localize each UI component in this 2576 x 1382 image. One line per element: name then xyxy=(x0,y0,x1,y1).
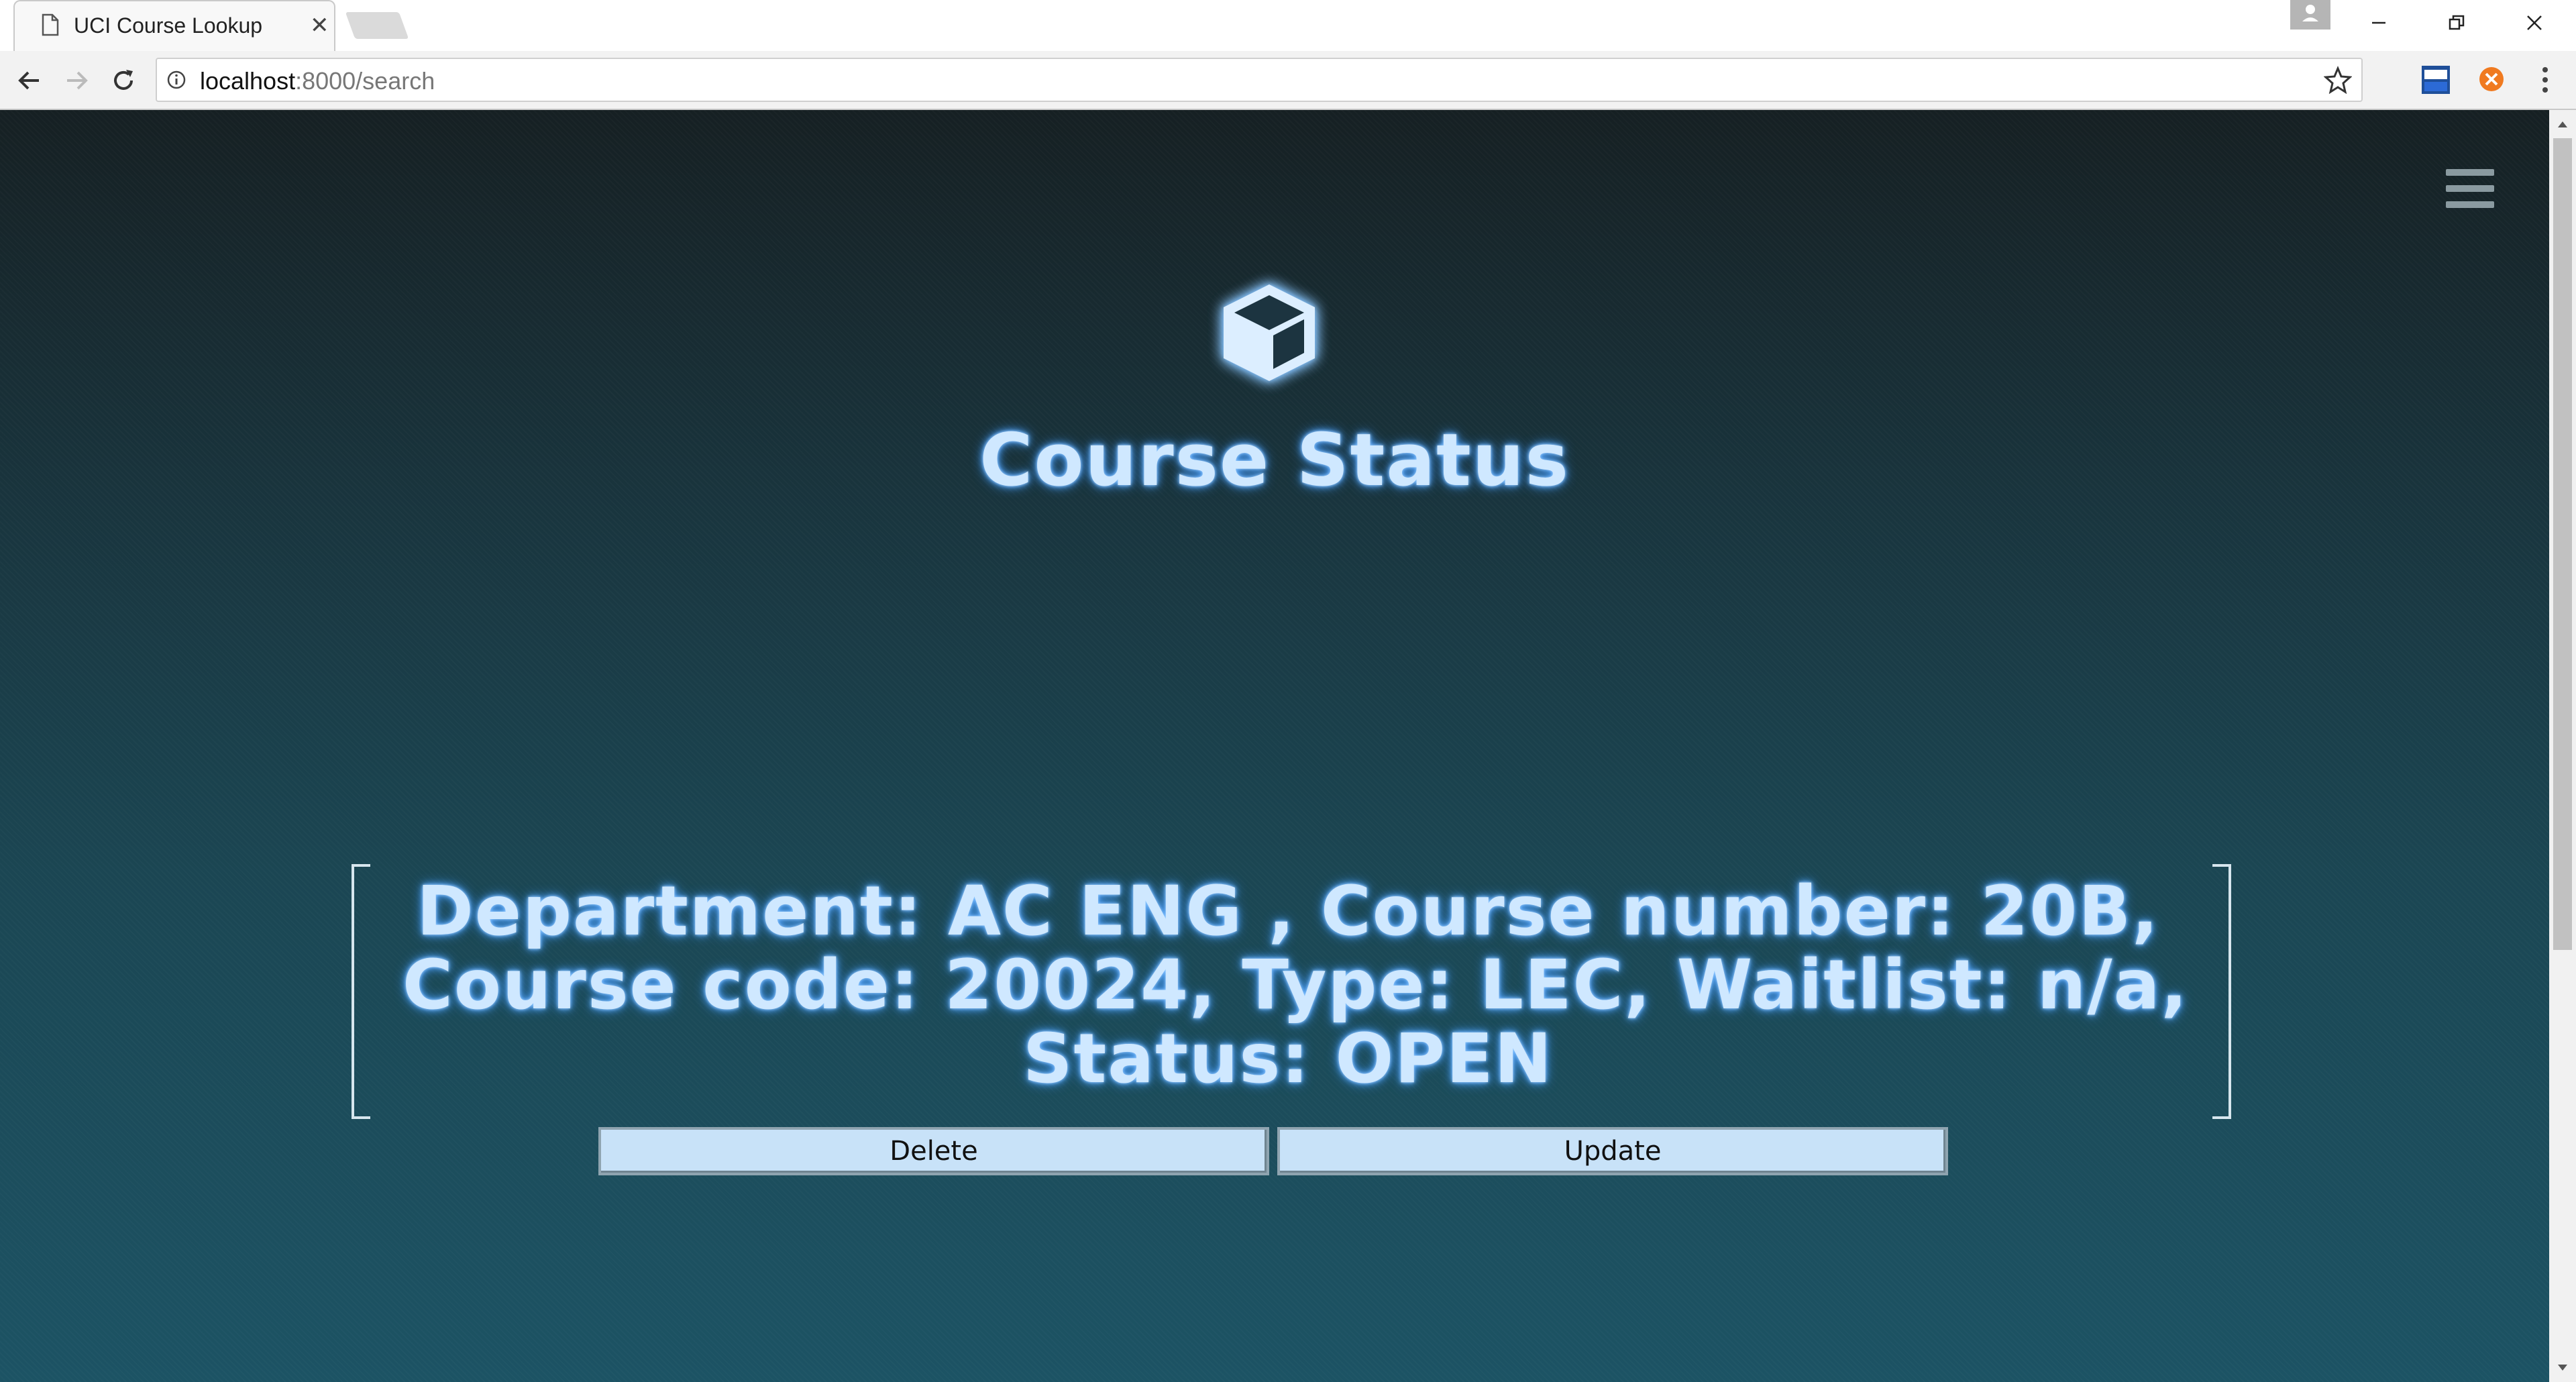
delete-button[interactable]: Delete xyxy=(598,1127,1269,1175)
left-bracket xyxy=(352,864,370,1119)
tab-title: UCI Course Lookup xyxy=(74,13,263,38)
right-bracket xyxy=(2212,864,2231,1119)
profile-avatar-icon[interactable] xyxy=(2290,0,2330,30)
page-content: Course Status Department: AC ENG , Cours… xyxy=(0,110,2549,1382)
address-bar[interactable]: localhost:8000/search xyxy=(156,58,2363,102)
update-button[interactable]: Update xyxy=(1277,1127,1948,1175)
page-scrollbar[interactable] xyxy=(2549,110,2576,1382)
info-icon[interactable] xyxy=(166,70,186,90)
hamburger-menu-icon[interactable] xyxy=(2446,169,2494,209)
extension-orange-icon[interactable] xyxy=(2478,66,2505,93)
result-line: Status: OPEN xyxy=(1023,1019,1553,1099)
new-tab-button[interactable] xyxy=(345,12,409,39)
scroll-down-icon[interactable] xyxy=(2556,1361,2569,1374)
browser-toolbar: localhost:8000/search xyxy=(0,51,2576,110)
browser-menu-icon[interactable] xyxy=(2532,63,2559,97)
forward-icon[interactable] xyxy=(56,60,97,101)
browser-tab[interactable]: UCI Course Lookup ✕ xyxy=(13,0,335,51)
page-icon xyxy=(42,13,59,36)
minimize-icon[interactable] xyxy=(2359,5,2399,40)
bookmark-star-icon[interactable] xyxy=(2324,66,2352,94)
scroll-thumb[interactable] xyxy=(2553,138,2572,950)
tab-close-icon[interactable]: ✕ xyxy=(310,12,329,39)
back-icon[interactable] xyxy=(9,60,50,101)
browser-tab-strip: UCI Course Lookup ✕ xyxy=(0,0,2576,51)
page-title: Course Status xyxy=(979,419,1570,502)
close-window-icon[interactable] xyxy=(2514,5,2555,40)
restore-icon[interactable] xyxy=(2436,5,2477,40)
extension-calendar-icon[interactable] xyxy=(2420,64,2451,95)
result-line: Course code: 20024, Type: LEC, Waitlist:… xyxy=(402,945,2189,1025)
scroll-up-icon[interactable] xyxy=(2556,118,2569,131)
course-result: Department: AC ENG , Course number: 20B,… xyxy=(402,871,2189,1099)
cube-icon xyxy=(1224,284,1315,381)
result-line: Department: AC ENG , Course number: 20B, xyxy=(417,871,2159,951)
reload-icon[interactable] xyxy=(103,60,144,101)
url-text[interactable]: localhost:8000/search xyxy=(200,67,435,95)
